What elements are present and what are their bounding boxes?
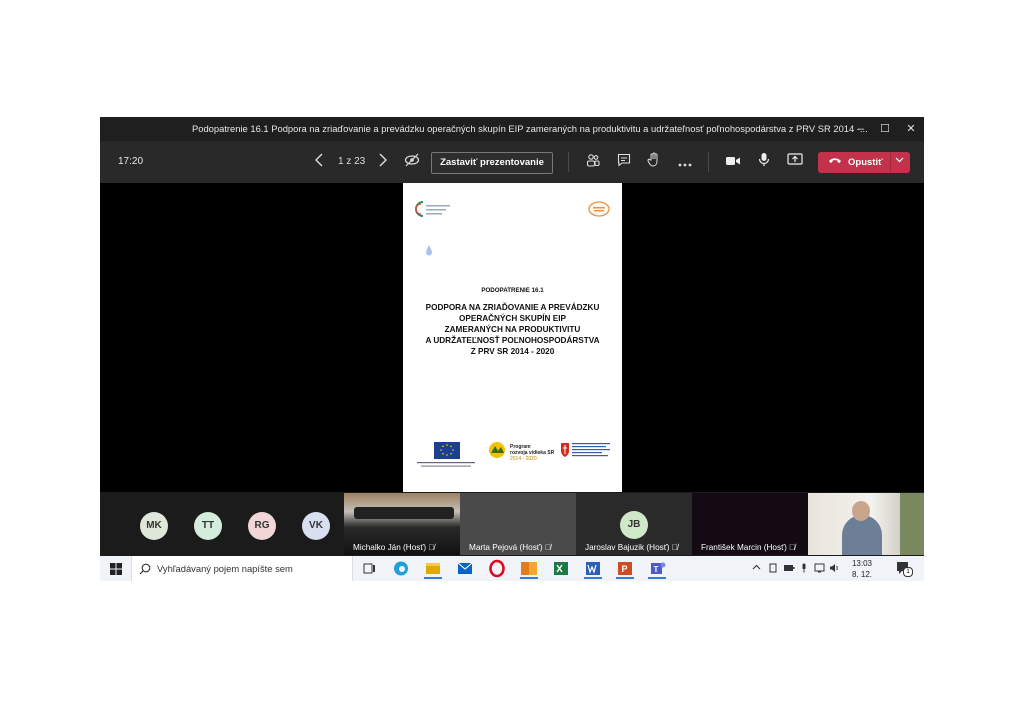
minimize-button[interactable]: – xyxy=(852,120,870,138)
mic-off-icon: 🎙̸ xyxy=(428,543,435,552)
edge-icon[interactable] xyxy=(390,558,412,579)
self-video-tile[interactable] xyxy=(808,493,924,555)
participant-name: Marta Pejová (Hosť) 🎙̸ xyxy=(469,543,551,552)
close-button[interactable]: ✕ xyxy=(902,120,920,138)
person-head xyxy=(852,501,870,521)
ministry-logo xyxy=(560,441,614,463)
title-bar: Podopatrenie 16.1 Podpora na zriaďovanie… xyxy=(100,117,924,141)
raise-hand-icon[interactable] xyxy=(645,152,663,172)
notification-count: 1 xyxy=(903,567,913,577)
participant-name: Jaroslav Bajuzik (Hosť) 🎙̸ xyxy=(585,543,678,552)
svg-text:T: T xyxy=(654,565,659,574)
leave-divider xyxy=(890,152,891,173)
search-icon xyxy=(139,562,151,580)
stop-presenting-button[interactable]: Zastaviť prezentovanie xyxy=(431,152,553,174)
microphone-tray-icon[interactable] xyxy=(800,563,808,575)
mic-off-icon: 🎙̸ xyxy=(544,543,552,552)
participant-avatar: JB xyxy=(620,511,648,539)
powerpoint-icon[interactable]: P xyxy=(614,558,636,579)
chevron-up-icon[interactable] xyxy=(752,563,761,574)
excel-icon[interactable] xyxy=(550,558,572,579)
word-icon[interactable] xyxy=(582,558,604,579)
program-logo-text: Program rozvoja vidieka SR 2014 - 2020 xyxy=(510,444,554,462)
clock-date: 8. 12. 2020 xyxy=(851,570,872,579)
leave-label: Opustiť xyxy=(848,157,883,168)
more-icon[interactable] xyxy=(676,152,694,172)
participant-avatar[interactable]: RG xyxy=(248,512,276,540)
drop-icon xyxy=(425,243,433,256)
person-silhouette xyxy=(842,515,882,555)
notifications-icon[interactable]: 1 xyxy=(896,561,913,577)
battery-icon[interactable] xyxy=(783,563,795,575)
eye-off-icon[interactable] xyxy=(402,152,422,172)
window-title: Podopatrenie 16.1 Podpora na zriaďovanie… xyxy=(192,123,868,134)
leave-button[interactable]: Opustiť xyxy=(818,152,910,173)
microphone-icon[interactable] xyxy=(755,152,773,172)
slide-title-line: Z PRV SR 2014 - 2020 xyxy=(470,347,555,356)
presentation-slide: PODOPATRENIE 16.1 PODPORA NA ZRIAĎOVANIE… xyxy=(403,183,622,492)
eip-logo xyxy=(587,199,611,219)
agency-logo xyxy=(414,199,454,219)
participant-avatar[interactable]: TT xyxy=(194,512,222,540)
slide-title-line: ZAMERANÝCH NA PRODUKTIVITU xyxy=(444,325,581,334)
slide-heading: PODOPATRENIE 16.1 xyxy=(481,287,544,294)
slide-title-line: OPERAČNÝCH SKUPÍN EIP xyxy=(459,314,566,323)
teams-icon[interactable]: T xyxy=(646,558,668,579)
toolbar-divider xyxy=(708,152,709,172)
chat-icon[interactable] xyxy=(615,152,633,172)
video-tile[interactable]: Michalko Ján (Hosť) 🎙̸ xyxy=(344,493,460,555)
meeting-toolbar: 17:20 1 z 23 Zastaviť prezentovanie Opus… xyxy=(100,141,924,183)
page-counter: 1 z 23 xyxy=(338,156,366,167)
meeting-timer: 17:20 xyxy=(118,156,144,167)
participant-avatar[interactable]: MK xyxy=(140,512,168,540)
mic-off-icon: 🎙̸ xyxy=(789,543,796,552)
network-device-icon[interactable] xyxy=(768,563,778,575)
window-background xyxy=(900,493,924,555)
participant-name-text: František Marcin (Hosť) xyxy=(701,543,787,552)
participant-name-text: Jaroslav Bajuzik (Hosť) xyxy=(585,543,670,552)
share-icon[interactable] xyxy=(785,152,805,172)
slide-title-line: A UDRŽATEĽNOSŤ POĽNOHOSPODÁRSTVA xyxy=(425,336,600,345)
toolbar-divider xyxy=(568,152,569,172)
chevron-down-icon[interactable] xyxy=(895,155,904,167)
video-tile[interactable]: JB Jaroslav Bajuzik (Hosť) 🎙̸ xyxy=(576,493,692,555)
video-tile[interactable]: Marta Pejová (Hosť) 🎙̸ xyxy=(460,493,576,555)
participant-name: František Marcin (Hosť) 🎙̸ xyxy=(701,543,795,552)
opera-icon[interactable] xyxy=(486,558,508,579)
participants-icon[interactable] xyxy=(584,152,602,172)
chevron-left-icon[interactable] xyxy=(312,152,326,172)
windows-taskbar: Vyhľadávaný pojem napíšte sem P T 13:03 … xyxy=(100,556,924,581)
taskbar-clock[interactable]: 13:03 8. 12. 2020 xyxy=(842,558,882,581)
participant-name-text: Michalko Ján (Hosť) xyxy=(353,543,427,552)
maximize-button[interactable]: ☐ xyxy=(876,120,894,138)
camera-icon[interactable] xyxy=(723,152,743,172)
task-view-icon[interactable] xyxy=(358,558,380,579)
windows-start-icon[interactable] xyxy=(110,562,122,580)
clock-time: 13:03 xyxy=(851,559,873,568)
program-logo-years: 2014 - 2020 xyxy=(510,456,537,462)
mail-icon[interactable] xyxy=(454,558,476,579)
phone-icon xyxy=(828,155,842,170)
video-tile[interactable]: František Marcin (Hosť) 🎙̸ xyxy=(692,493,808,555)
mic-off-icon: 🎙̸ xyxy=(671,543,678,552)
taskbar-search[interactable]: Vyhľadávaný pojem napíšte sem xyxy=(131,556,353,581)
file-explorer-icon[interactable] xyxy=(422,558,444,579)
participants-strip: MK TT RG VK Michalko Ján (Hosť) 🎙̸ Marta… xyxy=(100,492,924,556)
volume-icon[interactable] xyxy=(829,563,840,575)
outlook-icon[interactable] xyxy=(518,558,540,579)
participant-name-text: Marta Pejová (Hosť) xyxy=(469,543,543,552)
wifi-icon[interactable] xyxy=(814,563,825,575)
chevron-right-icon[interactable] xyxy=(376,152,390,172)
slide-title-line: PODPORA NA ZRIAĎOVANIE A PREVÁDZKU xyxy=(425,303,600,312)
participant-avatar[interactable]: VK xyxy=(302,512,330,540)
eu-flag-logo xyxy=(417,441,475,469)
svg-text:P: P xyxy=(622,564,628,574)
participant-name: Michalko Ján (Hosť) 🎙̸ xyxy=(353,543,435,552)
teams-meeting-window: Podopatrenie 16.1 Podpora na zriaďovanie… xyxy=(100,117,924,581)
search-placeholder: Vyhľadávaný pojem napíšte sem xyxy=(157,563,293,574)
video-background xyxy=(354,507,454,519)
program-logo xyxy=(488,441,506,459)
